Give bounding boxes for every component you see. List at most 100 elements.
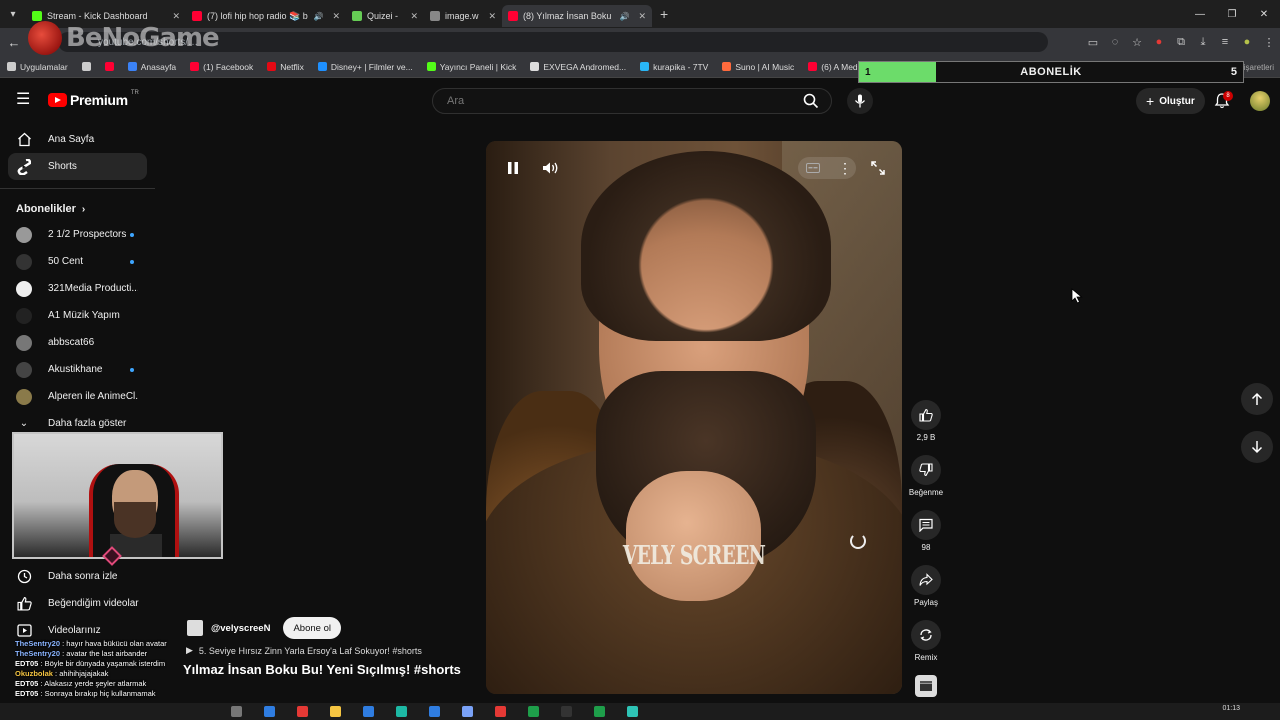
taskbar-app-icon[interactable] bbox=[396, 706, 407, 717]
browser-tab[interactable]: Quizei - ✕ bbox=[346, 5, 424, 27]
subscription-item[interactable]: 321Media Producti... bbox=[0, 275, 155, 302]
shorts-video-player[interactable]: VELY SCREEN ⋮ bbox=[486, 141, 902, 694]
download-icon[interactable]: ⤓ bbox=[1192, 36, 1214, 49]
taskbar-app-icon[interactable] bbox=[330, 706, 341, 717]
back-icon[interactable]: ← bbox=[0, 28, 28, 56]
volume-button[interactable] bbox=[537, 157, 565, 179]
remix-button[interactable] bbox=[911, 620, 941, 650]
taskbar-app-icon[interactable] bbox=[264, 706, 275, 717]
bookmark-item[interactable]: EXVEGA Andromed... bbox=[523, 62, 633, 72]
sidebar-item-library[interactable]: Daha sonra izle bbox=[8, 563, 147, 590]
bookmark-favicon-icon bbox=[7, 62, 16, 71]
chat-text: hayır hava bükücü olan avatar bbox=[66, 639, 167, 648]
subscription-item[interactable]: A1 Müzik Yapım bbox=[0, 302, 155, 329]
cast-icon[interactable]: ▭ bbox=[1082, 36, 1104, 49]
share-button[interactable] bbox=[911, 565, 941, 595]
subscription-item[interactable]: abbscat66 bbox=[0, 329, 155, 356]
taskbar-app-icon[interactable] bbox=[429, 706, 440, 717]
bookmark-item[interactable]: (1) Facebook bbox=[183, 62, 260, 72]
next-short-button[interactable] bbox=[1241, 431, 1273, 463]
subscription-item[interactable]: 2 1/2 Prospectors bbox=[0, 221, 155, 248]
hide-icon[interactable]: ◌ bbox=[1104, 36, 1126, 48]
channel-avatar[interactable] bbox=[187, 620, 203, 636]
arrow-up-icon bbox=[1251, 392, 1263, 405]
chat-text: Alakasız yerde şeyler atlarmak bbox=[44, 679, 147, 688]
like-count: 2,9 B bbox=[916, 433, 936, 442]
reading-list-icon[interactable]: ≡ bbox=[1214, 36, 1236, 48]
like-button[interactable] bbox=[911, 400, 941, 430]
bookmark-item[interactable]: Netflix bbox=[260, 62, 311, 72]
bookmark-item[interactable] bbox=[75, 62, 98, 72]
taskbar-app-icon[interactable] bbox=[594, 706, 605, 717]
plus-icon: + bbox=[1146, 93, 1155, 109]
bookmark-label: Suno | AI Music bbox=[735, 61, 795, 72]
profile-icon[interactable]: ● bbox=[1236, 36, 1258, 48]
taskbar-app-icon[interactable] bbox=[363, 706, 374, 717]
taskbar-app-icon[interactable] bbox=[627, 706, 638, 717]
stream-logo-icon bbox=[28, 21, 62, 55]
shorts-icon bbox=[16, 158, 32, 175]
related-video-title: 5. Seviye Hırsız Zinn Yarla Ersoy'a Laf … bbox=[198, 645, 422, 656]
extension-red-icon[interactable]: ● bbox=[1148, 36, 1170, 48]
bookmark-star-icon[interactable]: ☆ bbox=[1126, 36, 1148, 49]
tab-close-icon[interactable]: ✕ bbox=[332, 11, 340, 22]
bookmark-item[interactable]: Uygulamalar bbox=[0, 62, 75, 72]
bookmark-item[interactable]: Disney+ | Filmler ve... bbox=[311, 62, 420, 72]
subscription-item[interactable]: Alperen ile AnimeCl... bbox=[0, 383, 155, 410]
close-window-icon[interactable]: ✕ bbox=[1248, 0, 1280, 28]
captions-button[interactable] bbox=[799, 157, 827, 179]
fullscreen-button[interactable] bbox=[864, 157, 892, 179]
taskbar-app-icon[interactable] bbox=[561, 706, 572, 717]
account-avatar[interactable] bbox=[1250, 91, 1270, 111]
channel-thumbnail[interactable] bbox=[915, 675, 937, 697]
tab-close-icon[interactable]: ✕ bbox=[488, 11, 496, 22]
sidebar-item-library[interactable]: Beğendiğim videolar bbox=[8, 590, 147, 617]
bookmark-item[interactable]: Yayıncı Paneli | Kick bbox=[420, 62, 524, 72]
search-icon bbox=[803, 93, 819, 109]
browser-tab[interactable]: image.w ✕ bbox=[424, 5, 502, 27]
menu-icon[interactable]: ☰ bbox=[16, 92, 32, 108]
channel-name[interactable]: @velyscreeN bbox=[211, 623, 270, 634]
new-content-dot bbox=[130, 233, 134, 237]
more-options-button[interactable]: ⋮ bbox=[831, 157, 859, 179]
youtube-logo[interactable]: Premium TR bbox=[48, 90, 139, 108]
sidebar-item-shorts[interactable]: Shorts bbox=[8, 153, 147, 180]
taskbar-app-icon[interactable] bbox=[495, 706, 506, 717]
extensions-icon[interactable]: ⧉ bbox=[1170, 36, 1192, 49]
tab-close-icon[interactable]: ✕ bbox=[638, 11, 646, 22]
sidebar-item-ana-sayfa[interactable]: Ana Sayfa bbox=[8, 126, 147, 153]
tab-close-icon[interactable]: ✕ bbox=[410, 11, 418, 22]
pause-button[interactable] bbox=[499, 157, 527, 179]
bookmark-item[interactable] bbox=[98, 62, 121, 72]
subscribe-button[interactable]: Abone ol bbox=[283, 617, 341, 639]
subscription-item[interactable]: Akustikhane bbox=[0, 356, 155, 383]
clapperboard-icon bbox=[920, 681, 932, 691]
browser-menu-icon[interactable]: ⋮ bbox=[1258, 36, 1280, 49]
bookmark-item[interactable]: Suno | AI Music bbox=[715, 62, 801, 72]
subscriptions-header[interactable]: Abonelikler › bbox=[0, 197, 155, 221]
tab-audio-icon[interactable]: 🔊 bbox=[313, 12, 323, 21]
create-button[interactable]: + Oluştur bbox=[1136, 88, 1205, 114]
dislike-button[interactable] bbox=[911, 455, 941, 485]
previous-short-button[interactable] bbox=[1241, 383, 1273, 415]
comments-button[interactable] bbox=[911, 510, 941, 540]
taskbar-app-icon[interactable] bbox=[231, 706, 242, 717]
browser-tab[interactable]: (8) Yılmaz İnsan Boku Bu! Y 🔊 ✕ bbox=[502, 5, 652, 27]
tab-search-icon[interactable]: ▾ bbox=[0, 0, 26, 28]
restore-icon[interactable]: ❐ bbox=[1216, 0, 1248, 28]
taskbar-app-icon[interactable] bbox=[528, 706, 539, 717]
chat-username: Okuzbolak bbox=[15, 669, 53, 678]
voice-search-button[interactable] bbox=[847, 88, 873, 114]
bookmark-item[interactable]: Anasayfa bbox=[121, 62, 183, 72]
chat-text: Sonraya bırakıp hiç kullanmamak bbox=[44, 689, 156, 698]
bookmark-item[interactable]: kurapika - 7TV bbox=[633, 62, 715, 72]
search-button[interactable] bbox=[791, 89, 831, 113]
tab-audio-icon[interactable]: 🔊 bbox=[619, 12, 629, 21]
subscription-item[interactable]: 50 Cent bbox=[0, 248, 155, 275]
taskbar-app-icon[interactable] bbox=[462, 706, 473, 717]
related-video-link[interactable]: ▶ 5. Seviye Hırsız Zinn Yarla Ersoy'a La… bbox=[183, 645, 483, 656]
search-input[interactable] bbox=[433, 89, 791, 113]
taskbar-app-icon[interactable] bbox=[297, 706, 308, 717]
minimize-icon[interactable]: — bbox=[1184, 0, 1216, 28]
new-tab-icon[interactable]: + bbox=[660, 6, 668, 22]
